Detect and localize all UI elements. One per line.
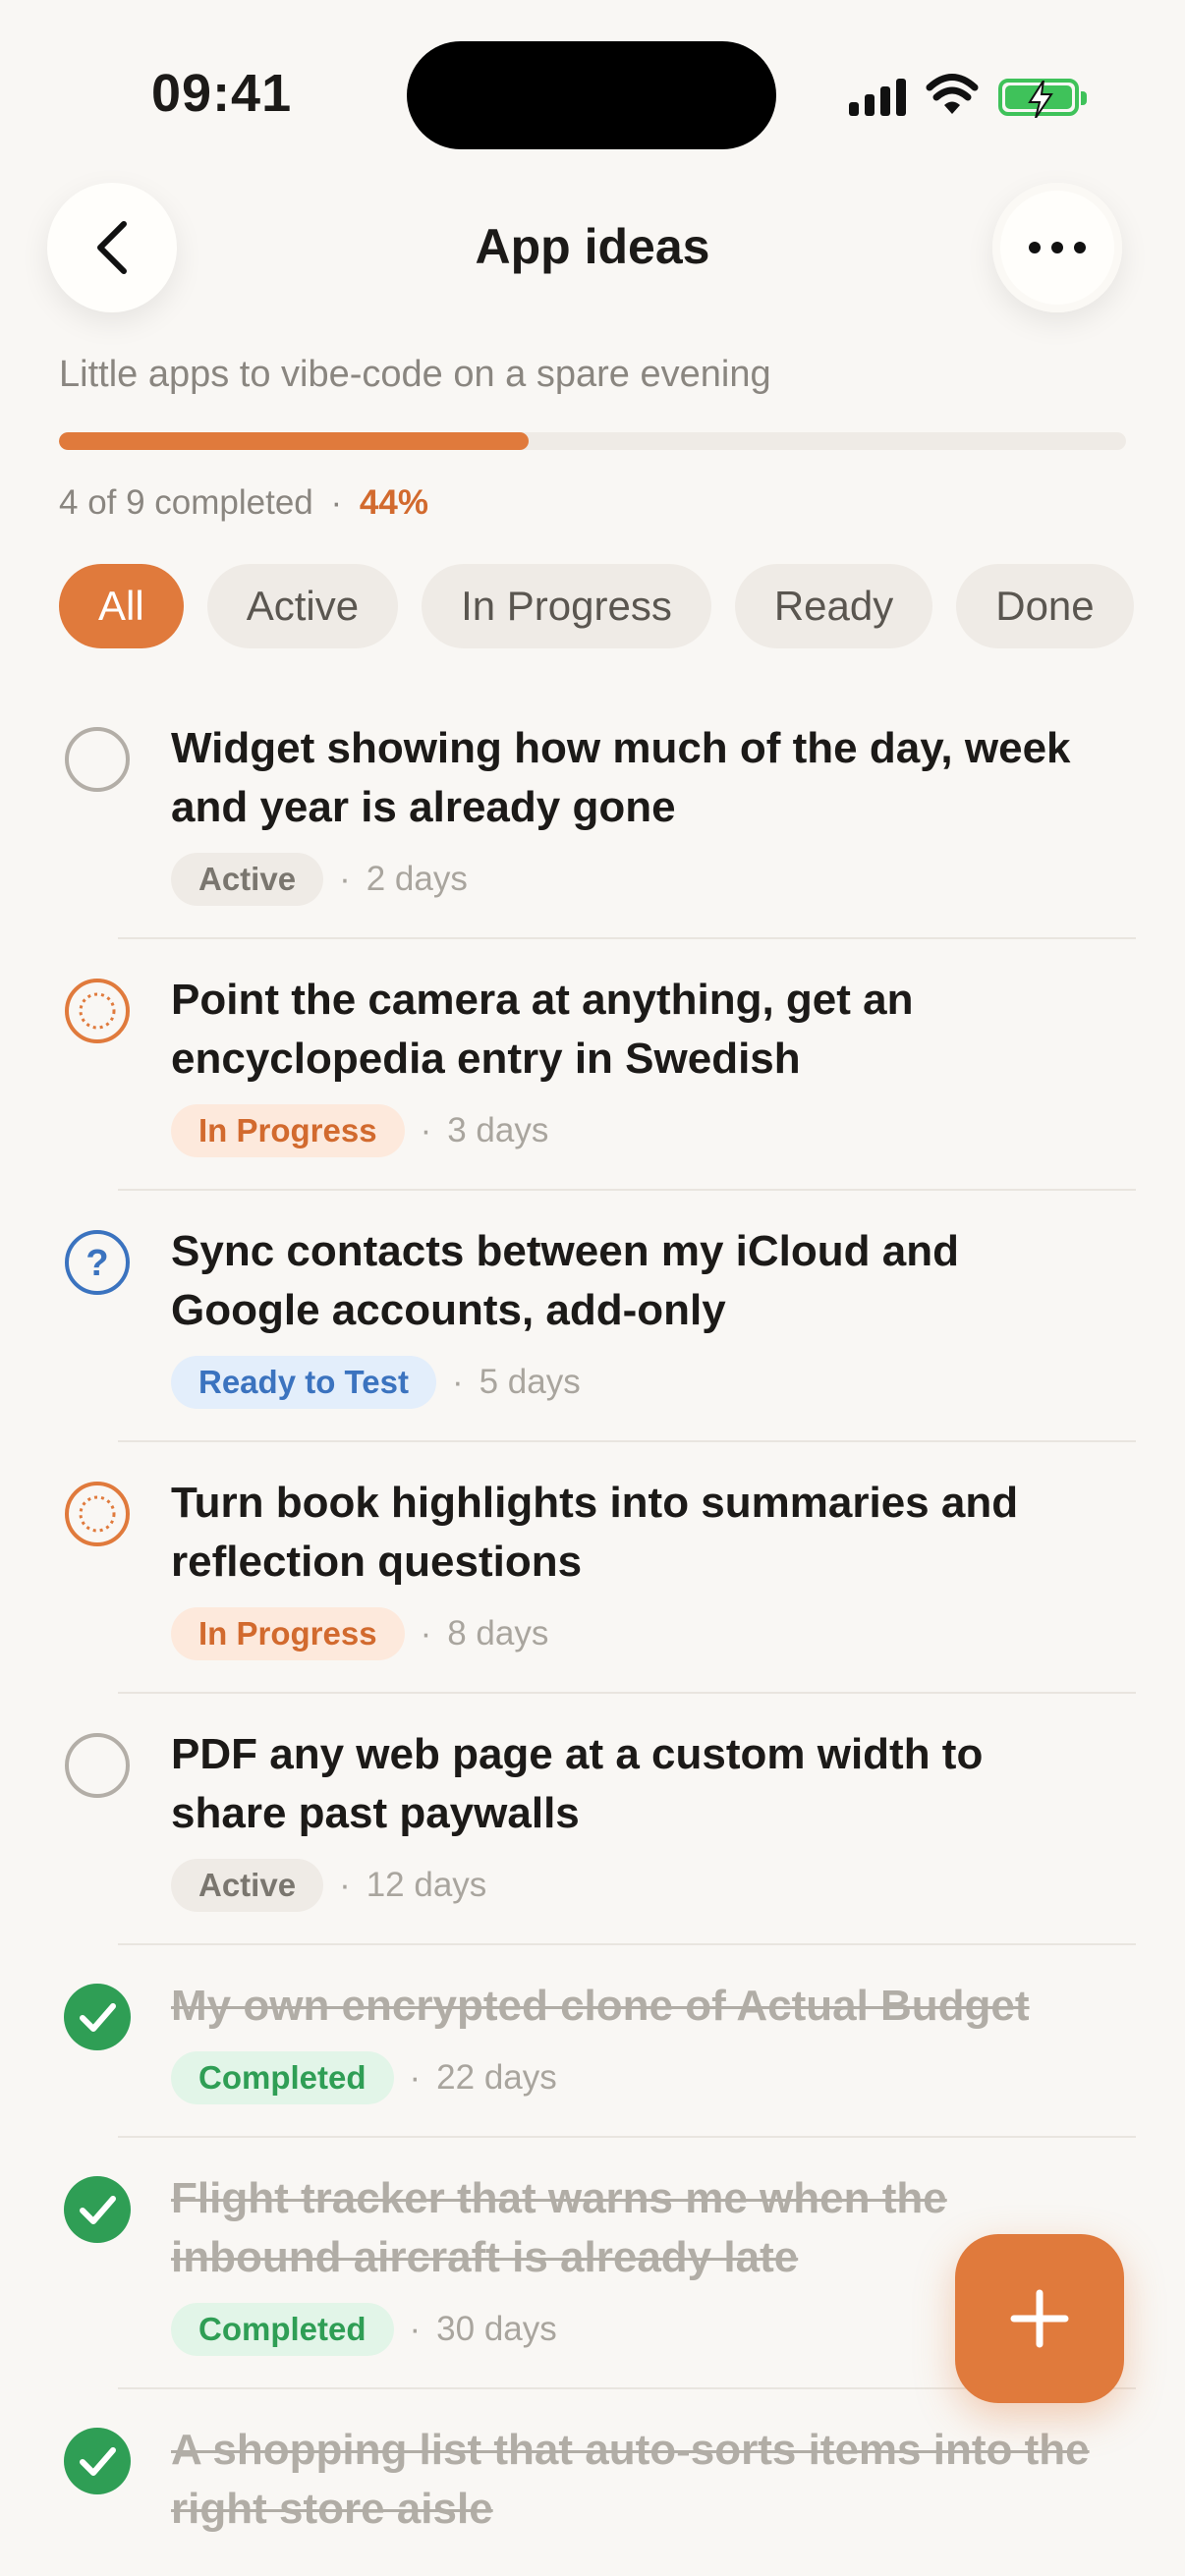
filter-chip-active[interactable]: Active	[206, 564, 399, 648]
meta-separator: ·	[339, 1866, 351, 1904]
item-title: Sync contacts between my iCloud and Goog…	[171, 1227, 959, 1334]
item-title: PDF any web page at a custom width to sh…	[171, 1730, 984, 1837]
list-item[interactable]: Widget showing how much of the day, week…	[0, 688, 1185, 939]
item-title: Turn book highlights into summaries and …	[171, 1479, 1019, 1586]
item-meta: Completed · 22 days	[171, 2051, 1185, 2104]
completed-count: 4 of 9 completed	[59, 483, 313, 522]
status-badge: Ready to Test	[171, 1356, 436, 1409]
progress-summary: 4 of 9 completed · 44%	[59, 483, 428, 523]
status-badge: Active	[171, 853, 324, 906]
add-idea-button[interactable]	[955, 2234, 1124, 2403]
meta-separator: ·	[420, 1111, 432, 1149]
item-age: 22 days	[436, 2058, 557, 2097]
list-item[interactable]: My own encrypted clone of Actual Budget …	[0, 1945, 1185, 2138]
list-item[interactable]: A shopping list that auto-sorts items in…	[0, 2389, 1185, 2572]
svg-text:?: ?	[85, 1243, 108, 1284]
meta-separator: ·	[451, 1363, 464, 1401]
question-circle-icon[interactable]: ?	[63, 1228, 132, 1297]
in-progress-circle-icon[interactable]	[63, 977, 132, 1045]
status-badge: In Progress	[171, 1607, 405, 1660]
meta-separator: ·	[409, 2310, 422, 2348]
progress-percent: 44%	[359, 483, 428, 522]
item-title: A shopping list that auto-sorts items in…	[171, 2426, 1090, 2533]
status-time: 09:41	[151, 64, 293, 123]
item-meta: Active · 12 days	[171, 1859, 1185, 1912]
filter-chip-done[interactable]: Done	[956, 564, 1134, 648]
progress-bar	[59, 432, 1126, 450]
list-item[interactable]: Point the camera at anything, get an enc…	[0, 939, 1185, 1191]
status-badge: Active	[171, 1859, 324, 1912]
cellular-signal-icon	[849, 77, 908, 116]
ellipsis-icon	[1029, 242, 1086, 253]
item-age: 5 days	[479, 1363, 581, 1401]
list-subtitle: Little apps to vibe-code on a spare even…	[59, 354, 771, 395]
item-age: 2 days	[366, 860, 468, 898]
item-title: My own encrypted clone of Actual Budget	[171, 1982, 1030, 2030]
item-age: 3 days	[447, 1111, 549, 1149]
item-title: Point the camera at anything, get an enc…	[171, 976, 914, 1083]
battery-icon	[998, 79, 1087, 118]
meta-separator: ·	[409, 2058, 422, 2097]
list-item[interactable]: ? Sync contacts between my iCloud and Go…	[0, 1191, 1185, 1442]
checkmark-circle-icon[interactable]	[63, 2175, 132, 2244]
checkmark-circle-icon[interactable]	[63, 1983, 132, 2051]
more-options-button[interactable]	[992, 183, 1122, 312]
meta-separator: ·	[339, 860, 351, 898]
status-badge: Completed	[171, 2051, 394, 2104]
status-bar: 09:41	[0, 0, 1185, 167]
status-badge: In Progress	[171, 1104, 405, 1157]
filter-chip-in-progress[interactable]: In Progress	[422, 564, 711, 648]
item-meta: Ready to Test · 5 days	[171, 1356, 1185, 1409]
filter-chip-ready[interactable]: Ready	[734, 564, 933, 648]
item-age: 8 days	[447, 1614, 549, 1652]
dynamic-island	[407, 41, 776, 149]
progress-bar-fill	[59, 432, 529, 450]
item-meta: In Progress · 3 days	[171, 1104, 1185, 1157]
empty-circle-icon[interactable]	[63, 725, 132, 794]
item-age: 12 days	[366, 1866, 487, 1904]
item-age: 30 days	[436, 2310, 557, 2348]
filter-chips: All Active In Progress Ready Done	[59, 564, 1134, 648]
filter-chip-all[interactable]: All	[59, 564, 184, 648]
item-meta: In Progress · 8 days	[171, 1607, 1185, 1660]
item-title: Widget showing how much of the day, week…	[171, 724, 1071, 831]
progress-separator: ·	[330, 483, 343, 522]
meta-separator: ·	[420, 1614, 432, 1652]
list-item[interactable]: Turn book highlights into summaries and …	[0, 1442, 1185, 1694]
empty-circle-icon[interactable]	[63, 1731, 132, 1800]
item-meta: Active · 2 days	[171, 853, 1185, 906]
list-item[interactable]: PDF any web page at a custom width to sh…	[0, 1694, 1185, 1945]
status-badge: Completed	[171, 2303, 394, 2356]
checkmark-circle-icon[interactable]	[63, 2427, 132, 2495]
in-progress-circle-icon[interactable]	[63, 1480, 132, 1548]
wifi-icon	[926, 74, 979, 114]
plus-icon	[1010, 2289, 1069, 2348]
